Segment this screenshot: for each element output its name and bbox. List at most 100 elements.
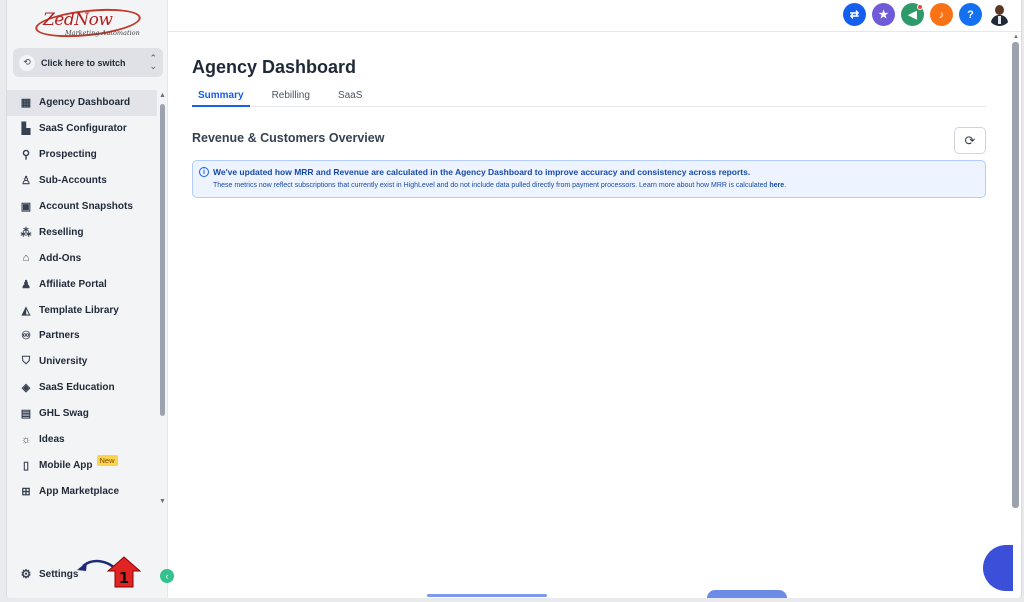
sidebar-item-saas-education[interactable]: ◈ SaaS Education [7,375,157,401]
sidebar-item-saas-configurator[interactable]: ▙ SaaS Configurator [7,116,157,142]
help-glyph: ? [967,8,974,21]
sidebar-item-add-ons[interactable]: ⌂ Add-Ons [7,245,157,271]
avatar-tie [998,16,1001,24]
zednow-logo[interactable]: ZedNow Marketing Automation [33,4,153,42]
sidebar-item-label: Agency Dashboard [39,97,131,109]
network-icon: ⁂ [20,226,32,239]
account-switcher[interactable]: ⟲ Click here to switch ⌃ ⌄ [13,48,163,77]
tab-rebilling[interactable]: Rebilling [266,85,316,107]
sidebar-item-account-snapshots[interactable]: ▣ Account Snapshots [7,194,157,220]
image-icon: ▣ [20,201,32,213]
section-title: Revenue & Customers Overview [192,131,385,145]
top-bar: ⇄ ★ ◀ ♪? [168,0,1021,32]
main-scrollbar-thumb[interactable] [1012,42,1019,508]
tab-saas[interactable]: SaaS [332,85,368,107]
step-number: 1 [119,569,129,587]
shapes-icon: ◭ [21,304,31,317]
sidebar-item-mobile-app[interactable]: ▯ Mobile App New [7,452,157,478]
megaphone-icon[interactable]: ◀ [901,3,924,26]
sidebar-nav: ▦ Agency Dashboard ▙ SaaS Configurator ⚲ Pros… [7,90,157,504]
bell-icon[interactable]: ♪ [930,3,953,26]
main-content: Agency Dashboard Summary Rebilling SaaS Re… [168,33,1008,598]
gear-icon: ⚙ [20,567,32,581]
sidebar-item-affiliate-portal[interactable]: ♟ Affiliate Portal [7,271,157,297]
bag-icon: ⌂ [22,252,30,265]
sidebar-item-label: Affiliate Portal [39,278,107,290]
sidebar-item-ghl-swag[interactable]: ▤ GHL Swag [7,401,157,427]
graduation-cap-icon: ⛉ [21,355,31,368]
refresh-icon: ⟳ [964,132,976,148]
group-icon: ♟ [21,278,31,291]
partial-graphic [427,594,547,597]
bell-glyph: ♪ [938,8,945,21]
sidebar: ZedNow Marketing Automation ⟲ Click here… [7,0,168,598]
store-icon: ▤ [20,408,32,421]
sidebar-item-template-library[interactable]: ◭ Template Library [7,297,157,323]
sidebar-item-prospecting[interactable]: ⚲ Prospecting [7,142,157,168]
cube-icon: ◈ [21,382,31,395]
sidebar-item-label: Mobile App [39,459,93,471]
users-search-icon: ⚲ [21,149,31,162]
sidebar-item-label: SaaS Configurator [39,123,127,135]
step-marker: 1 [107,556,141,588]
dashboard-tabs: Summary Rebilling SaaS [192,85,986,107]
sidebar-item-ideas[interactable]: ☼ Ideas [7,427,157,453]
info-notice: i We've updated how MRR and Revenue are … [192,160,986,198]
tab-summary[interactable]: Summary [192,85,250,107]
switch-icon[interactable]: ⇄ [843,3,866,26]
star-glyph: ★ [878,9,889,21]
notice-title: We've updated how MRR and Revenue are ca… [213,167,751,177]
scroll-down-icon[interactable]: ▼ [159,498,166,505]
sidebar-item-label: Reselling [39,226,84,238]
user-avatar[interactable] [988,3,1011,26]
sidebar-item-label: Partners [39,330,80,342]
handshake-icon: ♾ [21,330,31,343]
sidebar-item-sub-accounts[interactable]: ♙ Sub-Accounts [7,168,157,194]
sidebar-scrollbar[interactable]: ▲ ▼ [159,92,166,508]
sidebar-item-partners[interactable]: ♾ Partners [7,323,157,349]
sidebar-item-reselling[interactable]: ⁂ Reselling [7,219,157,245]
refresh-button[interactable]: ⟳ [954,127,986,154]
switch-glyph: ⇄ [849,9,860,21]
sidebar-item-label: Ideas [39,434,65,446]
switch-account-icon: ⟲ [19,54,35,71]
grid-icon: ⊞ [21,485,31,498]
sidebar-item-label: University [39,356,88,368]
megaphone-glyph: ◀ [908,9,917,21]
notification-dot [917,4,923,10]
sidebar-item-label: Prospecting [39,149,97,161]
partial-graphic-shape [707,590,787,598]
sidebar-item-label: SaaS Education [39,382,115,394]
sidebar-item-university[interactable]: ⛉ University [7,349,157,375]
user-icon: ♙ [21,175,31,188]
phone-icon: ▯ [22,459,30,472]
scroll-up-icon[interactable]: ▲ [159,92,166,99]
info-icon: i [199,167,209,177]
sidebar-item-label: Add-Ons [39,252,82,264]
notice-body-text: These metrics now reflect subscriptions … [213,182,770,189]
sidebar-item-label: GHL Swag [39,408,89,420]
help-icon[interactable]: ? [959,3,982,26]
notice-here-link[interactable]: here [769,182,784,189]
avatar-head [995,5,1004,15]
switcher-label: Click here to switch [41,57,126,68]
sidebar-item-label: Account Snapshots [39,201,133,212]
sidebar-item-agency-dashboard[interactable]: ▦ Agency Dashboard [7,90,157,116]
sidebar-item-label: Template Library [39,304,119,316]
dashboard-icon: ▦ [20,97,32,110]
logo-tagline: Marketing Automation [65,29,140,37]
sidebar-scroll-thumb[interactable] [160,104,165,416]
notice-period: . [784,182,787,189]
star-icon[interactable]: ★ [872,3,895,26]
main-scroll-up-icon[interactable]: ▲ [1013,34,1019,40]
top-bar-actions: ⇄ ★ ◀ ♪? [843,3,1011,26]
new-badge: New [96,454,118,466]
sidebar-item-label: App Marketplace [39,485,120,497]
bar-chart-icon: ▙ [21,123,31,136]
sidebar-item-app-marketplace[interactable]: ⊞ App Marketplace [7,478,157,504]
notice-body: These metrics now reflect subscriptions … [213,182,786,189]
page-title: Agency Dashboard [192,57,357,77]
sidebar-item-label: Sub-Accounts [39,175,107,187]
chevron-up-down-icon: ⌃ ⌄ [149,53,157,71]
logo-brand: ZedNow [43,10,113,30]
